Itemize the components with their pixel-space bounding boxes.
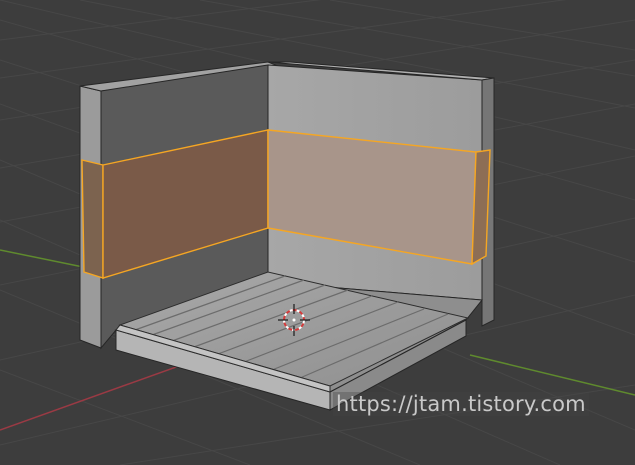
- watermark-text: https://jtam.tistory.com: [333, 392, 589, 416]
- 3d-viewport[interactable]: https://jtam.tistory.com: [0, 0, 635, 465]
